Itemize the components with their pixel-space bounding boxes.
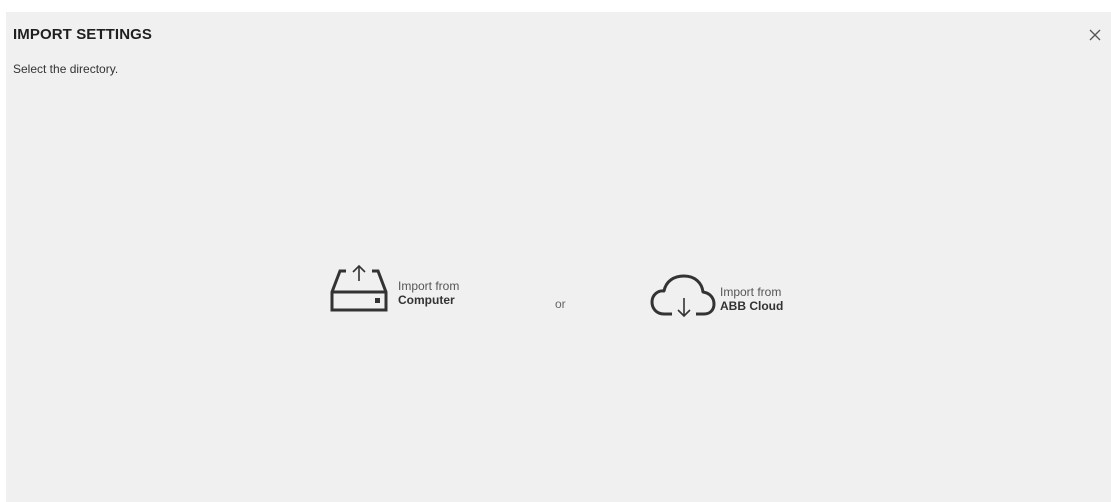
import-from-abb-cloud-button[interactable]: Import from ABB Cloud — [650, 270, 783, 327]
import-settings-dialog: IMPORT SETTINGS Select the directory. Im… — [6, 12, 1111, 502]
or-separator: or — [555, 297, 566, 311]
close-icon[interactable] — [1087, 27, 1103, 43]
import-from-computer-button[interactable]: Import from Computer — [324, 262, 459, 323]
drive-upload-icon — [324, 262, 394, 323]
cloud-option-line2: ABB Cloud — [720, 298, 784, 313]
cloud-download-icon — [650, 270, 716, 327]
cloud-option-line1: Import from — [720, 284, 782, 299]
dialog-subtitle: Select the directory. — [13, 62, 119, 76]
computer-option-line2: Computer — [398, 292, 455, 307]
computer-option-line1: Import from — [398, 278, 460, 293]
dialog-title: IMPORT SETTINGS — [13, 26, 153, 43]
import-options: Import from Computer or Import from ABB … — [6, 262, 1111, 322]
